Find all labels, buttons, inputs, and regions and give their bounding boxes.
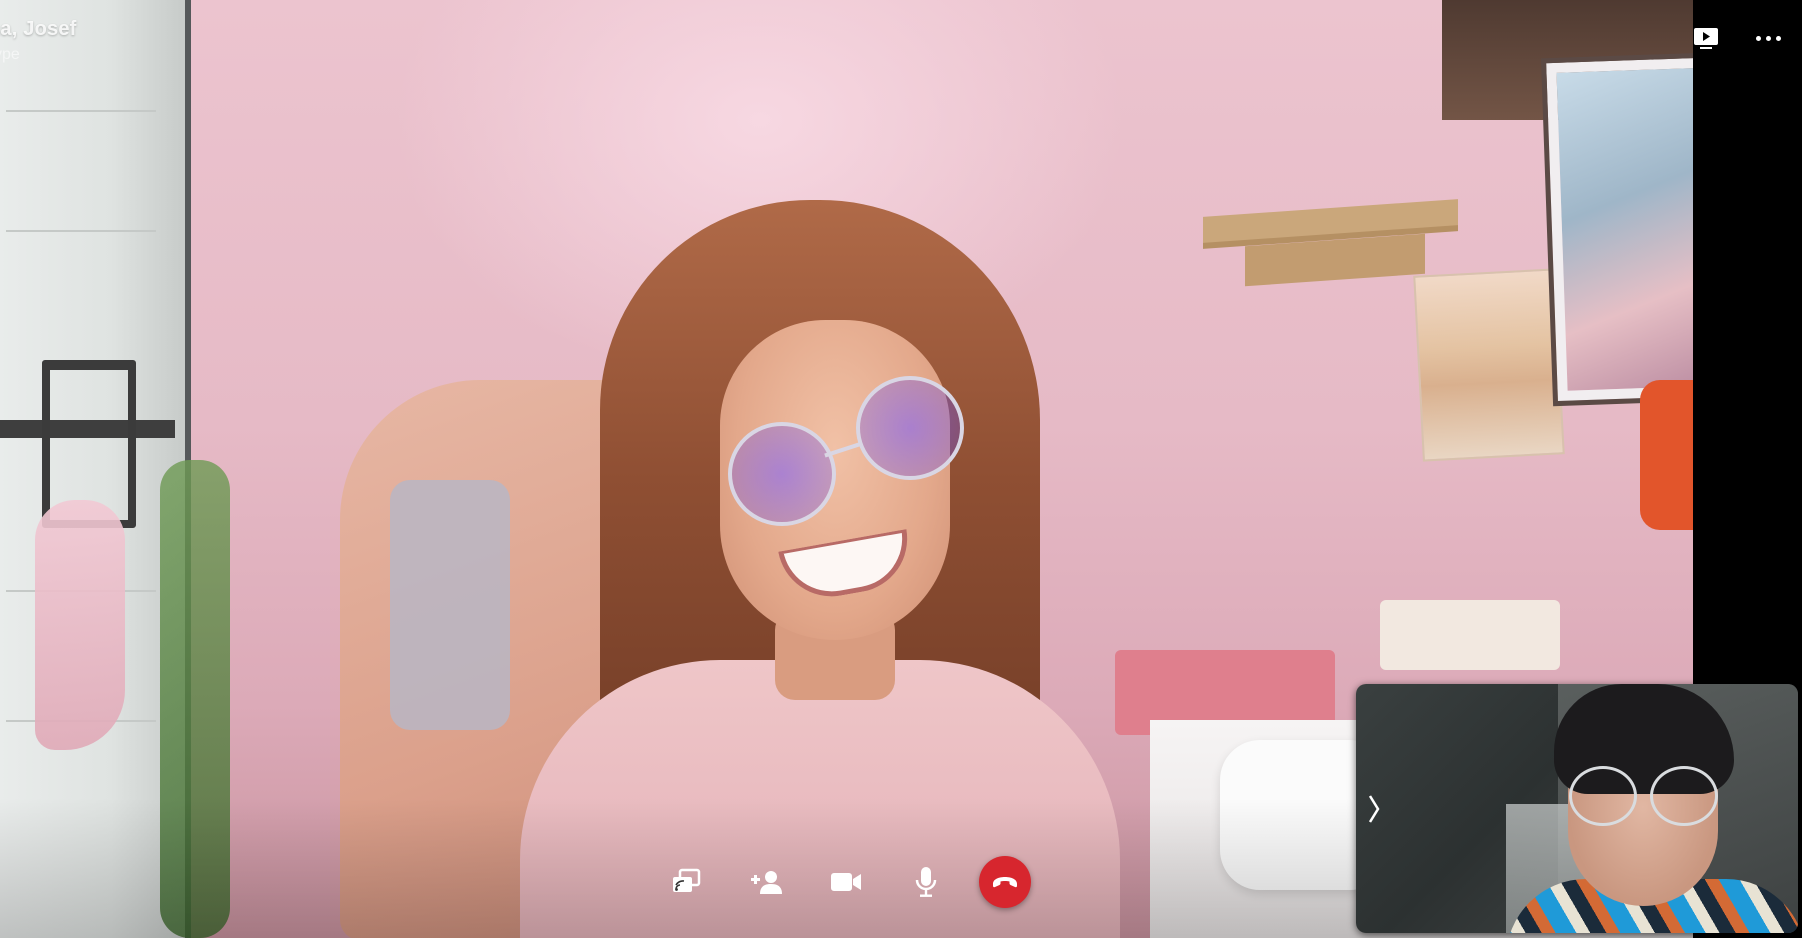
- more-options-button[interactable]: [1750, 20, 1786, 56]
- video-screen-icon: [1694, 28, 1718, 49]
- more-horizontal-icon: [1755, 35, 1781, 41]
- video-camera-icon: [831, 873, 861, 891]
- mute-button[interactable]: [900, 856, 952, 908]
- video-screen-button[interactable]: [1688, 20, 1724, 56]
- microphone-icon: [915, 867, 937, 897]
- call-window: na, Josef kype: [0, 0, 1802, 938]
- add-participant-button[interactable]: [740, 856, 792, 908]
- end-call-icon: [993, 877, 1017, 888]
- screen-share-icon: [673, 868, 701, 892]
- self-video-preview[interactable]: [1356, 684, 1798, 933]
- video-toggle-button[interactable]: [820, 856, 872, 908]
- caller-subtitle: kype: [0, 46, 20, 63]
- add-participant-icon: [751, 871, 782, 894]
- end-call-button[interactable]: [979, 856, 1031, 908]
- screen-share-button[interactable]: [660, 856, 712, 908]
- chevron-right-icon: [1368, 795, 1380, 823]
- caller-name: na, Josef: [0, 18, 77, 40]
- expand-self-view-button[interactable]: [1362, 789, 1386, 829]
